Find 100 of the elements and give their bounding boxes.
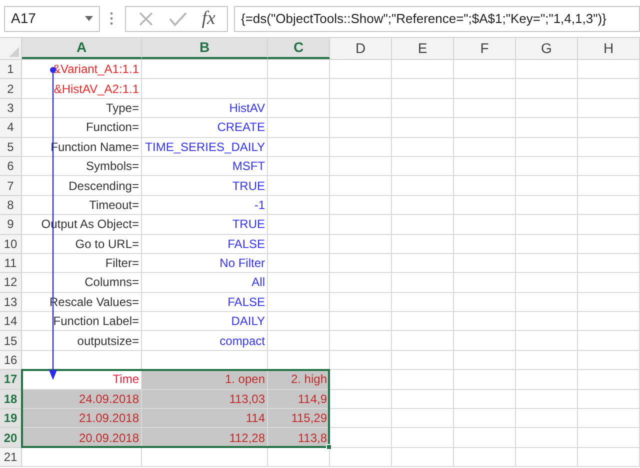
row-header[interactable]: 14 <box>0 312 22 332</box>
table-cell <box>330 428 392 448</box>
table-cell: TIME_SERIES_DAILY <box>142 138 268 157</box>
table-cell <box>578 331 640 351</box>
table-cell <box>268 234 330 254</box>
row-header[interactable]: 11 <box>0 254 22 274</box>
row-header[interactable]: 21 <box>0 448 22 468</box>
table-cell <box>330 156 392 176</box>
column-header[interactable]: G <box>516 38 578 59</box>
table-cell <box>454 312 516 332</box>
column-header[interactable]: B <box>142 38 268 59</box>
row-header[interactable]: 9 <box>0 215 22 235</box>
table-cell: Columns= <box>22 273 142 293</box>
row-header[interactable]: 20 <box>0 428 22 448</box>
table-cell <box>454 390 516 410</box>
table-cell <box>454 273 516 293</box>
table-cell: Symbols= <box>22 156 142 176</box>
row-header[interactable]: 6 <box>0 156 22 176</box>
table-cell <box>578 254 640 274</box>
table-cell <box>578 409 640 428</box>
formula-field[interactable]: {=ds("ObjectTools::Show";"Reference=";$A$1;"Key=";"1,4,1,3")} <box>234 6 640 32</box>
row-header[interactable]: 8 <box>0 196 22 216</box>
row-header[interactable]: 12 <box>0 273 22 293</box>
table-cell: No Filter <box>142 254 268 274</box>
table-cell <box>578 390 640 410</box>
table-cell <box>330 254 392 274</box>
table-cell <box>392 292 454 312</box>
table-cell <box>516 390 578 410</box>
row-header[interactable]: 10 <box>0 234 22 254</box>
table-cell <box>392 215 454 235</box>
drag-handle-icon[interactable] <box>110 12 113 25</box>
table-cell <box>578 215 640 235</box>
table-cell <box>454 428 516 448</box>
row-header[interactable]: 19 <box>0 409 22 428</box>
column-header[interactable]: H <box>578 38 640 59</box>
table-cell <box>268 79 330 99</box>
table-cell <box>330 350 392 370</box>
table-cell <box>454 79 516 99</box>
check-icon[interactable] <box>168 10 187 26</box>
table-cell <box>454 118 516 138</box>
row-header[interactable]: 13 <box>0 292 22 312</box>
row-header[interactable]: 16 <box>0 350 22 370</box>
column-header[interactable]: F <box>454 38 516 59</box>
table-cell <box>268 156 330 176</box>
row-header[interactable]: 18 <box>0 390 22 410</box>
table-cell: &HistAV_A2:1.1 <box>22 79 142 99</box>
table-cell: TRUE <box>142 215 268 235</box>
table-cell <box>392 312 454 332</box>
row-header[interactable]: 1 <box>0 60 22 80</box>
table-cell <box>268 312 330 332</box>
table-cell <box>392 156 454 176</box>
table-cell <box>268 118 330 138</box>
column-header[interactable]: D <box>330 38 392 59</box>
table-cell <box>454 254 516 274</box>
table-cell <box>454 350 516 370</box>
row-header[interactable]: 4 <box>0 118 22 138</box>
table-cell: 21.09.2018 <box>22 409 142 428</box>
dropdown-caret-icon <box>85 16 93 21</box>
table-cell: FALSE <box>142 234 268 254</box>
table-cell <box>578 350 640 370</box>
table-cell <box>392 79 454 99</box>
table-cell: Type= <box>22 98 142 118</box>
row-header[interactable]: 3 <box>0 98 22 118</box>
table-cell <box>268 273 330 293</box>
table-cell <box>516 79 578 99</box>
column-header[interactable]: E <box>392 38 454 59</box>
table-cell: 112,28 <box>142 428 268 448</box>
column-header[interactable]: C <box>268 38 330 59</box>
table-cell <box>392 98 454 118</box>
table-cell <box>454 215 516 235</box>
table-cell <box>392 273 454 293</box>
column-header[interactable]: A <box>22 38 142 59</box>
cancel-icon[interactable] <box>138 10 154 26</box>
table-cell: 2. high <box>268 370 330 390</box>
name-box[interactable]: A17 <box>4 6 100 32</box>
table-cell <box>578 138 640 157</box>
row-header[interactable]: 7 <box>0 176 22 196</box>
row-header[interactable]: 15 <box>0 331 22 351</box>
table-cell <box>516 138 578 157</box>
table-cell: 24.09.2018 <box>22 390 142 410</box>
row-header[interactable]: 5 <box>0 138 22 157</box>
table-cell <box>578 79 640 99</box>
fill-handle[interactable] <box>326 444 332 450</box>
table-cell <box>392 370 454 390</box>
table-cell <box>516 118 578 138</box>
table-cell <box>392 176 454 196</box>
table-cell <box>392 390 454 410</box>
insert-function-button[interactable]: fx <box>202 9 216 28</box>
table-cell <box>454 331 516 351</box>
row-header[interactable]: 17 <box>0 370 22 390</box>
table-cell <box>454 176 516 196</box>
table-cell <box>516 176 578 196</box>
table-cell <box>330 79 392 99</box>
table-cell <box>516 234 578 254</box>
table-cell <box>268 331 330 351</box>
table-cell <box>516 292 578 312</box>
table-cell <box>392 234 454 254</box>
table-cell: TRUE <box>142 176 268 196</box>
table-cell <box>578 312 640 332</box>
row-header[interactable]: 2 <box>0 79 22 99</box>
